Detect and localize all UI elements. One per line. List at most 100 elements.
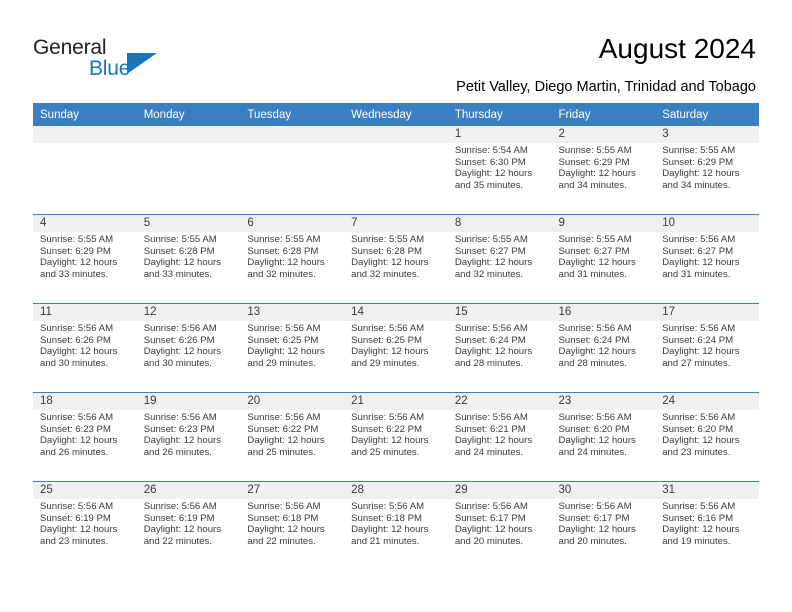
day-details: Sunrise: 5:55 AM Sunset: 6:28 PM Daylight:…: [344, 232, 448, 280]
day-details: Sunrise: 5:54 AM Sunset: 6:30 PM Daylight:…: [448, 143, 552, 191]
daylight-text: Daylight: 12 hours and 32 minutes.: [351, 257, 429, 280]
daylight-text: Daylight: 12 hours and 24 minutes.: [558, 435, 636, 458]
sunset-text: Sunset: 6:26 PM: [143, 334, 215, 346]
day-number: 19: [136, 393, 241, 410]
sunrise-text: Sunrise: 5:56 AM: [40, 501, 114, 512]
calendar-day-cell[interactable]: 22 Sunrise: 5:56 AM Sunset: 6:21 PM Dayligh…: [447, 392, 552, 482]
sunrise-text: Sunrise: 5:56 AM: [40, 323, 114, 334]
day-details: Sunrise: 5:55 AM Sunset: 6:27 PM Daylight:…: [448, 232, 552, 280]
day-number: [240, 126, 345, 143]
logo-text-blue: Blue: [89, 57, 131, 80]
sunrise-text: Sunrise: 5:56 AM: [558, 501, 632, 512]
day-details: Sunrise: 5:56 AM Sunset: 6:19 PM Daylight:…: [33, 499, 137, 547]
month-calendar: Sunday Monday Tuesday Wednesday Thursday…: [33, 103, 759, 570]
day-details: Sunrise: 5:56 AM Sunset: 6:25 PM Daylight:…: [240, 321, 344, 369]
calendar-day-cell[interactable]: 12 Sunrise: 5:56 AM Sunset: 6:26 PM Dayligh…: [136, 303, 241, 393]
day-number: [344, 126, 448, 143]
calendar-day-cell[interactable]: 25 Sunrise: 5:56 AM Sunset: 6:19 PM Dayligh…: [33, 481, 137, 570]
day-number: [33, 126, 137, 143]
day-details: Sunrise: 5:55 AM Sunset: 6:27 PM Daylight:…: [552, 232, 656, 280]
calendar-week-row: 18 Sunrise: 5:56 AM Sunset: 6:23 PM Dayligh…: [33, 392, 759, 482]
calendar-day-cell-empty: [240, 126, 345, 215]
calendar-day-cell[interactable]: 4 Sunrise: 5:55 AM Sunset: 6:29 PM Daylight…: [33, 214, 137, 304]
daylight-text: Daylight: 12 hours and 33 minutes.: [40, 257, 118, 280]
calendar-day-cell[interactable]: 7 Sunrise: 5:55 AM Sunset: 6:28 PM Daylight…: [344, 214, 448, 304]
day-number: 24: [655, 393, 759, 410]
calendar-day-cell-empty: [344, 126, 448, 215]
calendar-day-cell[interactable]: 29 Sunrise: 5:56 AM Sunset: 6:17 PM Dayligh…: [447, 481, 552, 570]
calendar-day-cell[interactable]: 27 Sunrise: 5:56 AM Sunset: 6:18 PM Dayligh…: [240, 481, 345, 570]
day-details: Sunrise: 5:55 AM Sunset: 6:28 PM Daylight:…: [240, 232, 344, 280]
sunset-text: Sunset: 6:29 PM: [662, 156, 734, 168]
daylight-text: Daylight: 12 hours and 35 minutes.: [454, 168, 533, 191]
calendar-day-cell[interactable]: 8 Sunrise: 5:55 AM Sunset: 6:27 PM Daylight…: [447, 214, 552, 304]
calendar-day-cell[interactable]: 2 Sunrise: 5:55 AM Sunset: 6:29 PM Daylight…: [551, 126, 656, 215]
day-details: Sunrise: 5:56 AM Sunset: 6:22 PM Daylight:…: [344, 410, 448, 458]
day-number: 16: [551, 304, 656, 321]
calendar-day-cell[interactable]: 28 Sunrise: 5:56 AM Sunset: 6:18 PM Dayligh…: [344, 481, 448, 570]
sunrise-text: Sunrise: 5:55 AM: [558, 145, 632, 156]
day-number: 13: [240, 304, 345, 321]
sunrise-text: Sunrise: 5:56 AM: [558, 323, 632, 334]
day-number: 17: [655, 304, 759, 321]
calendar-day-cell[interactable]: 15 Sunrise: 5:56 AM Sunset: 6:24 PM Dayligh…: [447, 303, 552, 393]
calendar-day-cell[interactable]: 13 Sunrise: 5:56 AM Sunset: 6:25 PM Dayligh…: [240, 303, 345, 393]
calendar-day-cell[interactable]: 24 Sunrise: 5:56 AM Sunset: 6:20 PM Dayligh…: [655, 392, 759, 482]
calendar-day-cell[interactable]: 11 Sunrise: 5:56 AM Sunset: 6:26 PM Dayligh…: [33, 303, 137, 393]
day-number: 25: [33, 482, 137, 499]
day-details: Sunrise: 5:56 AM Sunset: 6:18 PM Daylight:…: [344, 499, 448, 547]
sunrise-text: Sunrise: 5:56 AM: [351, 501, 425, 512]
sunrise-text: Sunrise: 5:54 AM: [454, 145, 528, 156]
day-details: Sunrise: 5:56 AM Sunset: 6:22 PM Daylight:…: [240, 410, 344, 458]
calendar-day-cell[interactable]: 14 Sunrise: 5:56 AM Sunset: 6:25 PM Dayligh…: [344, 303, 448, 393]
day-details: Sunrise: 5:56 AM Sunset: 6:26 PM Daylight:…: [137, 321, 241, 369]
day-details: Sunrise: 5:56 AM Sunset: 6:17 PM Daylight:…: [448, 499, 552, 547]
calendar-day-cell[interactable]: 17 Sunrise: 5:56 AM Sunset: 6:24 PM Dayligh…: [655, 303, 759, 393]
calendar-day-cell[interactable]: 3 Sunrise: 5:55 AM Sunset: 6:29 PM Daylight…: [655, 126, 759, 215]
calendar-day-cell[interactable]: 31 Sunrise: 5:56 AM Sunset: 6:16 PM Dayligh…: [655, 481, 759, 570]
day-number: 28: [344, 482, 448, 499]
day-number: 3: [655, 126, 759, 143]
calendar-day-cell[interactable]: 10 Sunrise: 5:56 AM Sunset: 6:27 PM Dayligh…: [655, 214, 759, 304]
daylight-text: Daylight: 12 hours and 29 minutes.: [351, 346, 429, 369]
sunset-text: Sunset: 6:25 PM: [351, 334, 423, 346]
sunrise-text: Sunrise: 5:56 AM: [143, 323, 217, 334]
sunset-text: Sunset: 6:16 PM: [662, 512, 734, 524]
day-details: Sunrise: 5:56 AM Sunset: 6:24 PM Daylight:…: [552, 321, 656, 369]
day-number: 7: [344, 215, 448, 232]
sunset-text: Sunset: 6:28 PM: [247, 245, 319, 257]
weekday-header-friday: Friday: [551, 103, 656, 126]
day-details: Sunrise: 5:56 AM Sunset: 6:26 PM Daylight:…: [33, 321, 137, 369]
daylight-text: Daylight: 12 hours and 31 minutes.: [662, 257, 740, 280]
calendar-day-cell[interactable]: 23 Sunrise: 5:56 AM Sunset: 6:20 PM Dayligh…: [551, 392, 656, 482]
sunset-text: Sunset: 6:21 PM: [454, 423, 526, 435]
calendar-day-cell[interactable]: 1 Sunrise: 5:54 AM Sunset: 6:30 PM Daylight…: [447, 126, 552, 215]
calendar-day-cell[interactable]: 20 Sunrise: 5:56 AM Sunset: 6:22 PM Dayligh…: [240, 392, 345, 482]
sunset-text: Sunset: 6:19 PM: [40, 512, 111, 524]
calendar-day-cell[interactable]: 6 Sunrise: 5:55 AM Sunset: 6:28 PM Daylight…: [240, 214, 345, 304]
day-number: 12: [136, 304, 241, 321]
sunset-text: Sunset: 6:18 PM: [351, 512, 423, 524]
sunset-text: Sunset: 6:20 PM: [662, 423, 734, 435]
page-subtitle: Petit Valley, Diego Martin, Trinidad and…: [456, 79, 756, 95]
daylight-text: Daylight: 12 hours and 21 minutes.: [351, 524, 429, 547]
calendar-day-cell[interactable]: 26 Sunrise: 5:56 AM Sunset: 6:19 PM Dayligh…: [136, 481, 241, 570]
calendar-day-cell[interactable]: 9 Sunrise: 5:55 AM Sunset: 6:27 PM Daylight…: [551, 214, 656, 304]
day-details: Sunrise: 5:55 AM Sunset: 6:29 PM Daylight:…: [33, 232, 137, 280]
calendar-day-cell[interactable]: 5 Sunrise: 5:55 AM Sunset: 6:28 PM Daylight…: [136, 214, 241, 304]
sunrise-text: Sunrise: 5:55 AM: [247, 234, 321, 245]
day-number: 21: [344, 393, 448, 410]
calendar-day-cell[interactable]: 19 Sunrise: 5:56 AM Sunset: 6:23 PM Dayligh…: [136, 392, 241, 482]
calendar-day-cell[interactable]: 18 Sunrise: 5:56 AM Sunset: 6:23 PM Dayligh…: [33, 392, 137, 482]
calendar-day-cell[interactable]: 16 Sunrise: 5:56 AM Sunset: 6:24 PM Dayligh…: [551, 303, 656, 393]
daylight-text: Daylight: 12 hours and 23 minutes.: [662, 435, 740, 458]
daylight-text: Daylight: 12 hours and 20 minutes.: [454, 524, 533, 547]
logo-triangle-icon: [127, 53, 157, 74]
weekday-header-saturday: Saturday: [655, 103, 759, 126]
sunset-text: Sunset: 6:17 PM: [454, 512, 526, 524]
calendar-day-cell[interactable]: 30 Sunrise: 5:56 AM Sunset: 6:17 PM Dayligh…: [551, 481, 656, 570]
calendar-day-cell[interactable]: 21 Sunrise: 5:56 AM Sunset: 6:22 PM Dayligh…: [344, 392, 448, 482]
sunrise-text: Sunrise: 5:56 AM: [662, 323, 736, 334]
daylight-text: Daylight: 12 hours and 33 minutes.: [143, 257, 222, 280]
day-number: 29: [447, 482, 552, 499]
